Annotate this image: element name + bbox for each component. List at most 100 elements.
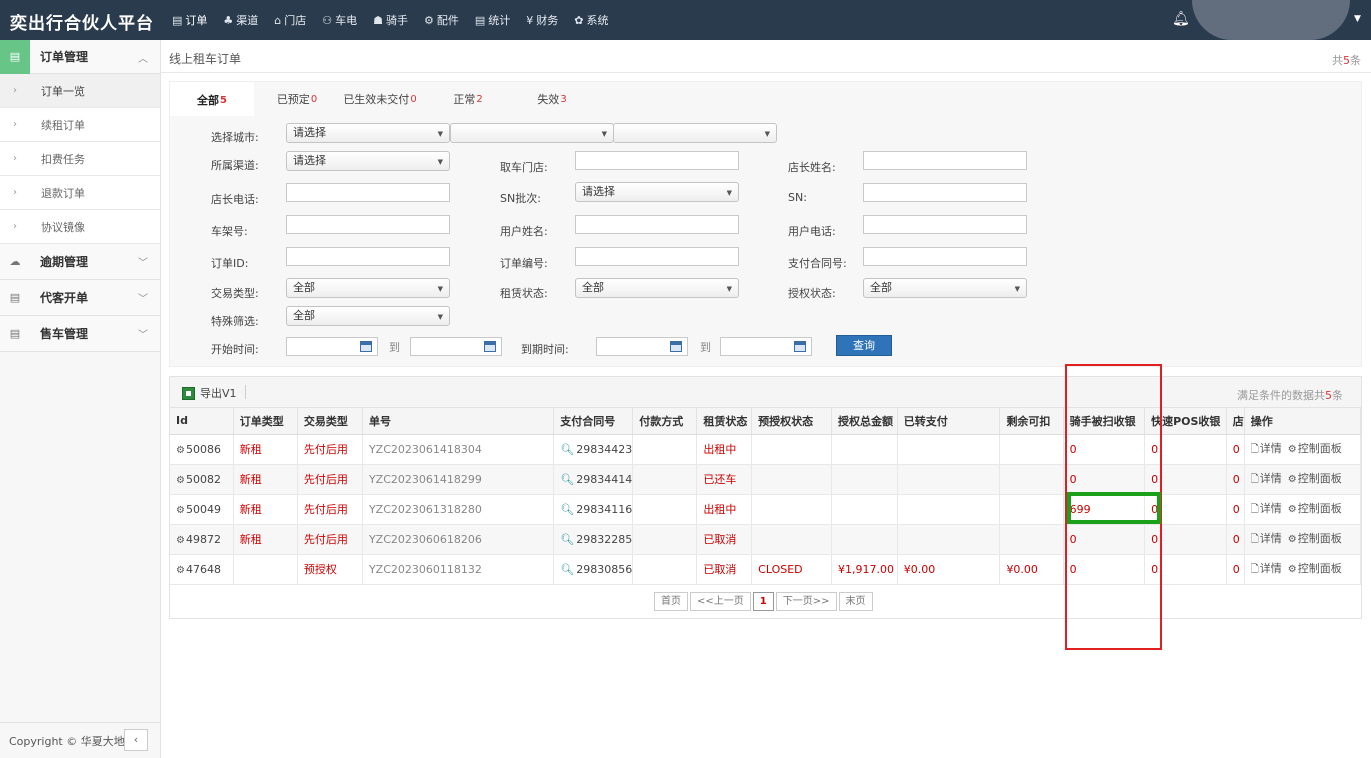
col-pay-method[interactable]: 付款方式	[632, 408, 698, 435]
search-icon[interactable]: 🔍︎	[560, 533, 574, 546]
query-button[interactable]: 查询	[836, 335, 892, 356]
cell-contract[interactable]: 🔍︎ 29834423	[553, 434, 634, 465]
sn-input[interactable]	[863, 183, 1027, 202]
col-id[interactable]: Id	[170, 408, 234, 435]
start-date-from-input[interactable]	[286, 337, 378, 356]
manager-phone-input[interactable]	[286, 183, 450, 202]
sidebar-group-overdue[interactable]: ☁ 逾期管理 ﹀	[0, 244, 160, 280]
sidebar-item-refund-orders[interactable]: › 退款订单	[0, 176, 160, 210]
trade-type-select[interactable]: 全部	[286, 278, 450, 298]
tab-effective-undelivered[interactable]: 已生效未交付 0	[340, 82, 420, 116]
detail-link[interactable]: 🗋详情	[1251, 502, 1282, 515]
sidebar-group-proxy-order[interactable]: ▤ 代客开单 ﹀	[0, 280, 160, 316]
order-id-input[interactable]	[286, 247, 450, 266]
last-page-button[interactable]: 末页	[838, 592, 873, 611]
nav-stores[interactable]: ⌂ 门店	[274, 0, 316, 40]
calendar-icon[interactable]	[484, 341, 496, 352]
nav-parts[interactable]: ⚙ 配件	[424, 0, 469, 40]
calendar-icon[interactable]	[360, 341, 372, 352]
collapse-sidebar-button[interactable]: ‹	[124, 729, 148, 751]
tab-reserved[interactable]: 已预定 0	[254, 82, 340, 116]
cell-id[interactable]: ⚙50086	[170, 434, 234, 465]
tab-all[interactable]: 全部 5	[170, 82, 254, 116]
auth-status-select[interactable]: 全部	[863, 278, 1027, 298]
calendar-icon[interactable]	[670, 341, 682, 352]
cell-pay-method	[632, 554, 698, 585]
search-icon[interactable]: 🔍︎	[560, 563, 574, 576]
user-phone-input[interactable]	[863, 215, 1027, 234]
tab-normal[interactable]: 正常 2	[420, 82, 516, 116]
user-avatar-redacted[interactable]	[1192, 0, 1350, 40]
special-filter-select[interactable]: 全部	[286, 306, 450, 326]
detail-link[interactable]: 🗋详情	[1251, 442, 1282, 455]
cell-id[interactable]: ⚙47648	[170, 554, 234, 585]
start-date-to-input[interactable]	[410, 337, 502, 356]
cell-contract[interactable]: 🔍︎ 29830856	[553, 554, 634, 585]
sidebar-item-deduct-tasks[interactable]: › 扣费任务	[0, 142, 160, 176]
control-panel-link[interactable]: ⚙控制面板	[1288, 562, 1342, 575]
nav-riders[interactable]: ☗ 骑手	[373, 0, 418, 40]
order-no-input[interactable]	[575, 247, 739, 266]
cell-contract[interactable]: 🔍︎ 29834116	[553, 494, 634, 525]
user-name-input[interactable]	[575, 215, 739, 234]
col-rent-status[interactable]: 租赁状态	[696, 408, 753, 435]
city-select[interactable]: 请选择	[286, 123, 450, 143]
frame-no-input[interactable]	[286, 215, 450, 234]
detail-link[interactable]: 🗋详情	[1251, 472, 1282, 485]
export-v1-button[interactable]: 导出V1	[182, 385, 237, 401]
sidebar-group-orders[interactable]: ▤ 订单管理 ︿	[0, 39, 160, 74]
col-order-type[interactable]: 订单类型	[233, 408, 298, 435]
caret-down-icon[interactable]: ▼	[1354, 14, 1361, 24]
nav-vehicles[interactable]: ⚇ 车电	[322, 0, 367, 40]
expire-date-to-input[interactable]	[720, 337, 812, 356]
col-trade-type[interactable]: 交易类型	[297, 408, 363, 435]
col-contract[interactable]: 支付合同号	[553, 408, 634, 435]
cell-contract[interactable]: 🔍︎ 29834414	[553, 464, 634, 495]
col-auth-total[interactable]: 授权总金额	[831, 408, 898, 435]
nav-system[interactable]: ✿ 系统	[574, 0, 618, 40]
sidebar-item-renewal-orders[interactable]: › 续租订单	[0, 108, 160, 142]
cell-id[interactable]: ⚙50082	[170, 464, 234, 495]
sidebar-item-agreement-mirror[interactable]: › 协议镜像	[0, 210, 160, 244]
search-icon[interactable]: 🔍︎	[560, 443, 574, 456]
nav-orders[interactable]: ▤ 订单	[172, 0, 217, 40]
bell-icon[interactable]: 🔔︎	[1172, 11, 1190, 27]
sidebar-group-car-sales[interactable]: ▤ 售车管理 ﹀	[0, 316, 160, 352]
control-panel-link[interactable]: ⚙控制面板	[1288, 532, 1342, 545]
cell-id[interactable]: ⚙50049	[170, 494, 234, 525]
col-preauth-status[interactable]: 预授权状态	[751, 408, 832, 435]
expire-date-from-input[interactable]	[596, 337, 688, 356]
tab-invalid[interactable]: 失效 3	[516, 82, 588, 116]
control-panel-link[interactable]: ⚙控制面板	[1288, 442, 1342, 455]
search-icon[interactable]: 🔍︎	[560, 503, 574, 516]
cell-id[interactable]: ⚙49872	[170, 524, 234, 555]
manager-name-input[interactable]	[863, 151, 1027, 170]
channel-select[interactable]: 请选择	[286, 151, 450, 171]
nav-channels[interactable]: ♣ 渠道	[223, 0, 268, 40]
first-page-button[interactable]: 首页	[654, 592, 688, 611]
rent-status-select[interactable]: 全部	[575, 278, 739, 298]
page-number-button[interactable]: 1	[752, 592, 774, 611]
col-store[interactable]: 店	[1226, 408, 1245, 435]
control-panel-link[interactable]: ⚙控制面板	[1288, 502, 1342, 515]
detail-link[interactable]: 🗋详情	[1251, 532, 1282, 545]
next-page-button[interactable]: 下一页>>	[775, 592, 837, 611]
col-transferred[interactable]: 已转支付	[897, 408, 1001, 435]
gears-icon: ⚙	[1287, 473, 1297, 485]
search-icon[interactable]: 🔍︎	[560, 473, 574, 486]
cell-contract[interactable]: 🔍︎ 29832285	[553, 524, 634, 555]
col-order-no[interactable]: 单号	[362, 408, 555, 435]
nav-finance[interactable]: ¥ 财务	[526, 0, 568, 40]
area-select[interactable]	[613, 123, 777, 143]
nav-stats[interactable]: ▤ 统计	[475, 0, 520, 40]
sn-batch-select[interactable]: 请选择	[575, 182, 739, 202]
detail-link[interactable]: 🗋详情	[1251, 562, 1282, 575]
control-panel-link[interactable]: ⚙控制面板	[1288, 472, 1342, 485]
prev-page-button[interactable]: <<上一页	[690, 592, 751, 611]
district-select[interactable]	[450, 123, 614, 143]
pickup-store-input[interactable]	[575, 151, 739, 170]
col-remaining[interactable]: 剩余可扣	[999, 408, 1064, 435]
sidebar-item-order-list[interactable]: › 订单一览	[0, 74, 160, 108]
calendar-icon[interactable]	[794, 341, 806, 352]
contract-no-input[interactable]	[863, 247, 1027, 266]
